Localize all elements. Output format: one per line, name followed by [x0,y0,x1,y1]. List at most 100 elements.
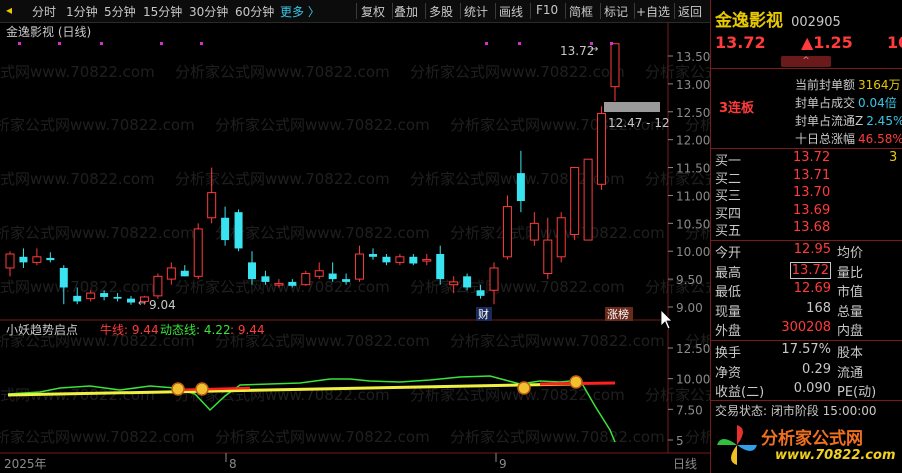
signal-marker [58,42,61,45]
bid-row[interactable]: 买五 13.68 [715,220,901,240]
toolbar-divider [674,3,675,19]
period-15min[interactable]: 15分钟 [143,3,182,20]
price-box-bar [604,102,660,112]
candle-body-up [274,283,284,286]
price-tick-label: 9.50 [676,273,703,287]
mark-button[interactable]: 标记 [604,3,628,20]
signal-dot[interactable] [569,375,583,389]
chart-title: 金逸影视 (日线) [6,24,91,39]
candle-body-down [409,256,418,264]
overlay-button[interactable]: 叠加 [394,3,418,20]
toolbar-divider [565,3,566,19]
site-logo: 分析家公式网 www.70822.com [715,418,902,473]
stat-label: 今开 [715,246,742,261]
bid-label: 买五 [715,224,742,239]
period-60min[interactable]: 60分钟 [235,3,274,20]
finance-row: 收益(二) 0.090 PE(动) [715,381,901,401]
candle-body-up [502,206,512,258]
watermark-text: 分析家公式网www.70822.com [175,170,390,188]
divider [711,148,902,149]
signal-dot[interactable] [517,381,531,395]
signal-dot[interactable] [171,382,185,396]
candle-body-up [166,267,176,280]
date-label-year: 2025年 [4,457,47,471]
stat-label-right: 内盘 [837,324,864,339]
simple-frame-button[interactable]: 简框 [569,3,593,20]
bid-price: 13.72 [793,150,831,165]
finance-label: 净资 [715,365,742,381]
add-watchlist-button[interactable]: +自选 [636,3,670,20]
signal-line-label: : 9.44 [230,323,265,337]
quote-panel: 金逸影视 002905 13.72 ▲1.25 10 ^ 3连板 当前封单额31… [710,0,902,473]
logo-text: 分析家公式网 [761,429,863,449]
indicator-name: 小妖趋势启点 [6,323,78,337]
seal-row: 封单占成交 0.04倍 [795,96,897,110]
candle-body-down [180,270,189,277]
period-5min[interactable]: 5分钟 [104,3,136,20]
candle-body-down [288,281,297,286]
toolbar-divider [634,3,635,19]
restore-rights-button[interactable]: 复权 [361,3,385,20]
watermark-text: 分析家公式网www.70822.com [685,428,710,446]
kline-chart[interactable]: 分析家公式网www.70822.com 分析家公式网www.70822.com 分析… [0,22,710,473]
dynamic-line-label: 动态线: 4.22 [160,323,231,337]
signal-marker [200,42,203,45]
candle-body-up [529,222,539,241]
statistics-button[interactable]: 统计 [464,3,488,20]
indicator-tick-label: 5 [676,434,684,448]
toolbar-divider [600,3,601,19]
period-more[interactable]: 更多 〉 [280,3,320,20]
candle-body-down [73,295,82,302]
indicator-tick-label: 7.50 [676,403,703,417]
candle-body-up [543,239,553,275]
bid-price: 13.71 [793,167,831,183]
candle-body-up [301,273,311,286]
stat-label: 最高 [715,265,742,281]
arrow-icon: ← [138,298,146,309]
candle-body-down [46,257,55,261]
stat-row: 外盘 300208 内盘 [715,320,901,340]
finance-value: 0.090 [793,381,831,396]
consecutive-limit-tag: 3连板 [719,101,755,116]
signal-marker [518,42,521,45]
candle-body-down [463,276,472,288]
stock-header: 金逸影视 002905 [715,6,901,31]
candle-body-up [449,281,459,286]
low-price-label: 9.04 [149,298,176,312]
candle-body-down [248,262,256,280]
candle-body-up [610,43,620,88]
watermark-text: 分析家公式网www.70822.com [0,116,195,134]
period-30min[interactable]: 30分钟 [189,3,228,20]
signal-dot[interactable] [195,382,209,396]
candle-body-down [516,173,525,202]
period-fenshi[interactable]: 分时 [32,3,56,20]
draw-line-button[interactable]: 画线 [499,3,523,20]
price-tick-label: 12.00 [676,134,710,148]
candle-body-up [32,256,42,263]
period-1min[interactable]: 1分钟 [66,3,98,20]
finance-row: 净资 0.29 流通 [715,362,901,382]
watermark-text: 分析家公式网www.70822.com [0,63,155,81]
candle-body-up [86,292,96,300]
signal-marker [18,42,21,45]
multi-stock-button[interactable]: 多股 [429,3,453,20]
toolbar-divider [495,3,496,19]
candle-body-down [113,296,122,299]
stat-value: 13.72 [789,261,831,279]
back-icon[interactable]: ◂ [6,3,12,17]
watermark-text: 分析家公式网www.70822.com [215,428,430,446]
expand-toggle[interactable]: ^ [781,56,831,67]
candle-body-up [570,167,580,235]
bid-price: 13.68 [793,220,831,235]
finance-row: 换手 17.57% 股本 [715,342,901,362]
candle-body-up [489,267,499,291]
candle-body-down [19,256,28,263]
seal-stats: 当前封单额 3164万 封单占成交 0.04倍 封单占流通Z 2.45% 十日总涨幅 4… [795,76,902,148]
return-button[interactable]: 返回 [678,3,702,20]
finance-value: 0.29 [802,361,831,377]
logo-url: www.70822.com [775,448,896,463]
finance-label: 换手 [715,346,742,361]
f10-button[interactable]: F10 [536,3,558,17]
candle-body-up [193,228,203,277]
toolbar-divider [356,3,357,19]
